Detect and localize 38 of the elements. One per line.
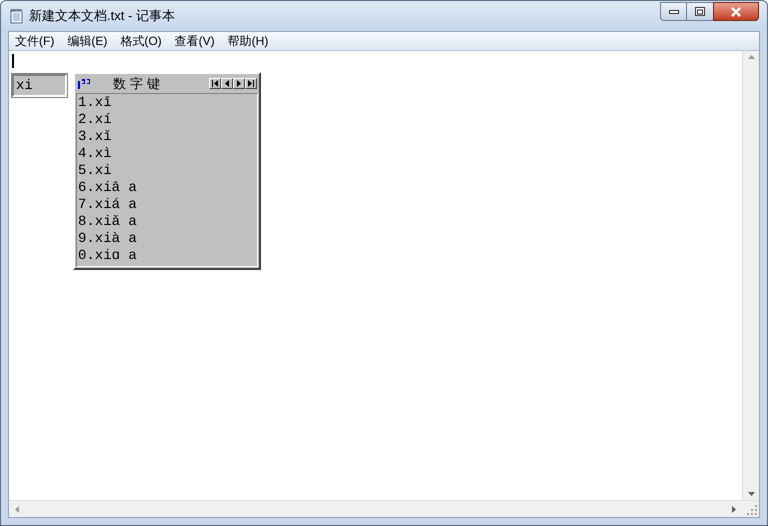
- maximize-button[interactable]: [687, 2, 713, 21]
- menu-item[interactable]: 查看(V): [170, 32, 219, 50]
- first-page-icon: [211, 80, 219, 87]
- maximize-icon: [695, 7, 705, 16]
- candidate-item[interactable]: 7.xiá a: [77, 197, 257, 214]
- close-icon: [730, 6, 742, 16]
- candidate-item[interactable]: 9.xià a: [77, 231, 257, 248]
- menu-item[interactable]: 帮助(H): [224, 32, 272, 50]
- close-button[interactable]: [713, 2, 759, 21]
- menu-item[interactable]: 编辑(E): [63, 32, 112, 50]
- scroll-down-icon[interactable]: [748, 492, 754, 496]
- candidate-item[interactable]: 5.xi: [77, 163, 257, 180]
- candidate-item[interactable]: 4.xì: [77, 146, 257, 163]
- candidate-item[interactable]: 1.xī: [77, 95, 257, 112]
- vertical-scrollbar[interactable]: [742, 51, 759, 500]
- candidate-item[interactable]: 8.xiǎ a: [77, 214, 257, 231]
- candidate-window-title: 数字键: [113, 74, 165, 93]
- menu-item[interactable]: 文件(F): [11, 32, 58, 50]
- previous-button[interactable]: [221, 78, 233, 89]
- last-page-button[interactable]: [245, 78, 257, 89]
- candidate-item[interactable]: 2.xí: [77, 112, 257, 129]
- candidate-item[interactable]: 3.xǐ: [77, 129, 257, 146]
- text-cursor: [12, 54, 14, 68]
- notepad-icon: [9, 8, 25, 24]
- composition-text: xi: [16, 78, 33, 92]
- minimize-icon: [668, 10, 678, 14]
- scroll-right-icon[interactable]: [732, 506, 736, 512]
- resize-grip-icon[interactable]: [747, 505, 757, 515]
- first-page-button[interactable]: [209, 78, 221, 89]
- next-icon: [235, 80, 243, 87]
- candidate-item[interactable]: 0.xiɑ a: [77, 248, 257, 265]
- window-title: 新建文本文档.txt - 记事本: [29, 7, 175, 26]
- candidate-item[interactable]: 6.xiā a: [77, 180, 257, 197]
- next-button[interactable]: [233, 78, 245, 89]
- minimize-button[interactable]: [660, 2, 687, 21]
- last-page-icon: [247, 80, 255, 87]
- menu-item[interactable]: 格式(O): [116, 32, 166, 50]
- previous-icon: [223, 80, 231, 87]
